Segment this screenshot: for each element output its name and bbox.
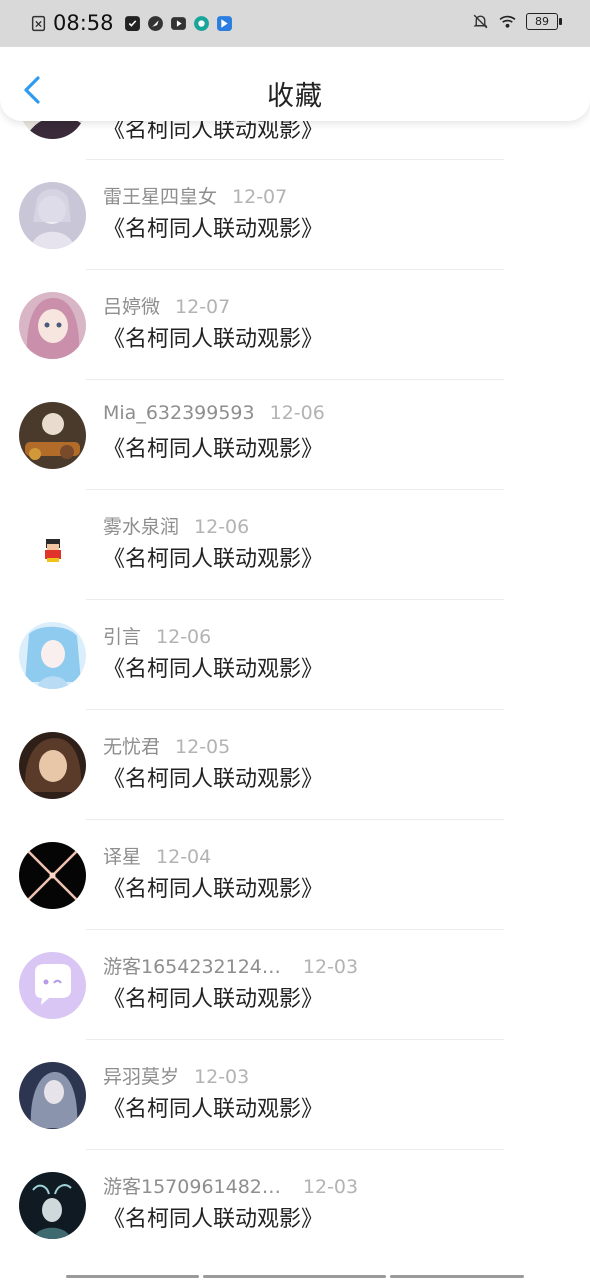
avatar [19,952,86,1019]
author-name[interactable]: 引言 [103,626,141,648]
author-name[interactable]: 异羽莫岁 [103,1066,179,1088]
list-item-title: 《名柯同人联动观影》 [103,547,324,572]
list-item-title: 《名柯同人联动观影》 [103,767,324,792]
list-item[interactable]: Mia_632399593 12-06 《名柯同人联动观影》 [0,380,590,490]
list-item-meta: 游客1654232124… 12-03 [103,952,358,979]
author-name[interactable]: 雷王星四皇女 [103,186,217,208]
battery-indicator: 89 [526,13,562,30]
list-item-meta: 译星 12-04 [103,842,211,869]
author-name[interactable]: 吕婷微 [103,296,160,318]
post-date: 12-07 [175,296,231,318]
author-name[interactable]: 无忧君 [103,736,160,758]
avatar [19,512,86,579]
status-time: 08:58 [53,11,114,35]
post-date: 12-07 [232,186,288,208]
status-left: 08:58 [30,11,233,35]
bell-muted-icon [473,14,488,29]
list-item-title: 《名柯同人联动观影》 [103,657,324,682]
avatar [19,842,86,909]
avatar [19,1062,86,1129]
list-item[interactable]: 异羽莫岁 12-03 《名柯同人联动观影》 [0,1040,590,1150]
author-name[interactable]: 译星 [103,846,141,868]
teal-app-notification-icon [193,15,209,31]
video-notification-icon [170,16,186,30]
post-date: 12-04 [156,846,212,868]
avatar [19,402,86,469]
list-item-title: 《名柯同人联动观影》 [103,987,324,1012]
post-date: 12-06 [194,516,250,538]
author-name[interactable]: 游客1654232124… [103,956,281,978]
list-item[interactable]: 游客1654232124… 12-03 《名柯同人联动观影》 [0,930,590,1040]
avatar [19,732,86,799]
home-indicator-right [390,1275,524,1278]
list-item-title: 《名柯同人联动观影》 [103,877,324,902]
sim-card-icon [31,15,46,31]
author-name[interactable]: Mia_632399593 [103,402,255,424]
app-notification-icon [124,15,140,31]
list-item-meta: 游客1570961482… 12-03 [103,1172,358,1199]
list-item[interactable]: 无忧君 12-05 《名柯同人联动观影》 [0,710,590,820]
home-indicator-middle [203,1275,386,1278]
list-item-meta: 雾水泉润 12-06 [103,512,249,539]
avatar [19,182,86,249]
status-right: 89 [472,13,562,30]
blue-app-notification-icon [216,15,232,31]
wifi-icon [499,15,516,28]
list-item[interactable]: 雾水泉润 12-06 《名柯同人联动观影》 [0,490,590,600]
list-item-meta: 雷王星四皇女 12-07 [103,182,287,209]
list-item-meta: 吕婷微 12-07 [103,292,230,319]
list-item-title: 《名柯同人联动观影》 [103,1207,324,1232]
list-item-meta: 异羽莫岁 12-03 [103,1062,249,1089]
list-item[interactable]: 雷王星四皇女 12-07 《名柯同人联动观影》 [0,160,590,270]
post-date: 12-06 [269,402,325,424]
post-date: 12-06 [156,626,212,648]
list-item-meta: 无忧君 12-05 [103,732,230,759]
status-bar: 08:58 89 [0,0,590,47]
list-item[interactable]: 游客1570961482… 12-03 《名柯同人联动观影》 [0,1150,590,1260]
list-item-meta: Mia_632399593 12-06 [103,402,325,424]
author-name[interactable]: 游客1570961482… [103,1176,281,1198]
author-name[interactable]: 雾水泉润 [103,516,179,538]
list-item[interactable]: 引言 12-06 《名柯同人联动观影》 [0,600,590,710]
avatar [19,292,86,359]
post-date: 12-03 [302,1176,359,1198]
avatar [19,1172,86,1239]
avatar [19,622,86,689]
header-bar: 收藏 [0,47,590,121]
post-date: 12-03 [302,956,359,978]
compass-notification-icon [147,15,163,31]
home-indicator-left [66,1275,199,1278]
list-item[interactable]: 译星 12-04 《名柯同人联动观影》 [0,820,590,930]
post-date: 12-03 [194,1066,250,1088]
page-title: 收藏 [267,81,323,112]
list-item-title: 《名柯同人联动观影》 [103,217,324,242]
list-item-title: 《名柯同人联动观影》 [103,1097,324,1122]
post-date: 12-05 [175,736,231,758]
list-item-title: 《名柯同人联动观影》 [103,327,324,352]
list-item[interactable]: 吕婷微 12-07 《名柯同人联动观影》 [0,270,590,380]
list-item-title: 《名柯同人联动观影》 [103,437,324,462]
list-item-meta: 引言 12-06 [103,622,211,649]
